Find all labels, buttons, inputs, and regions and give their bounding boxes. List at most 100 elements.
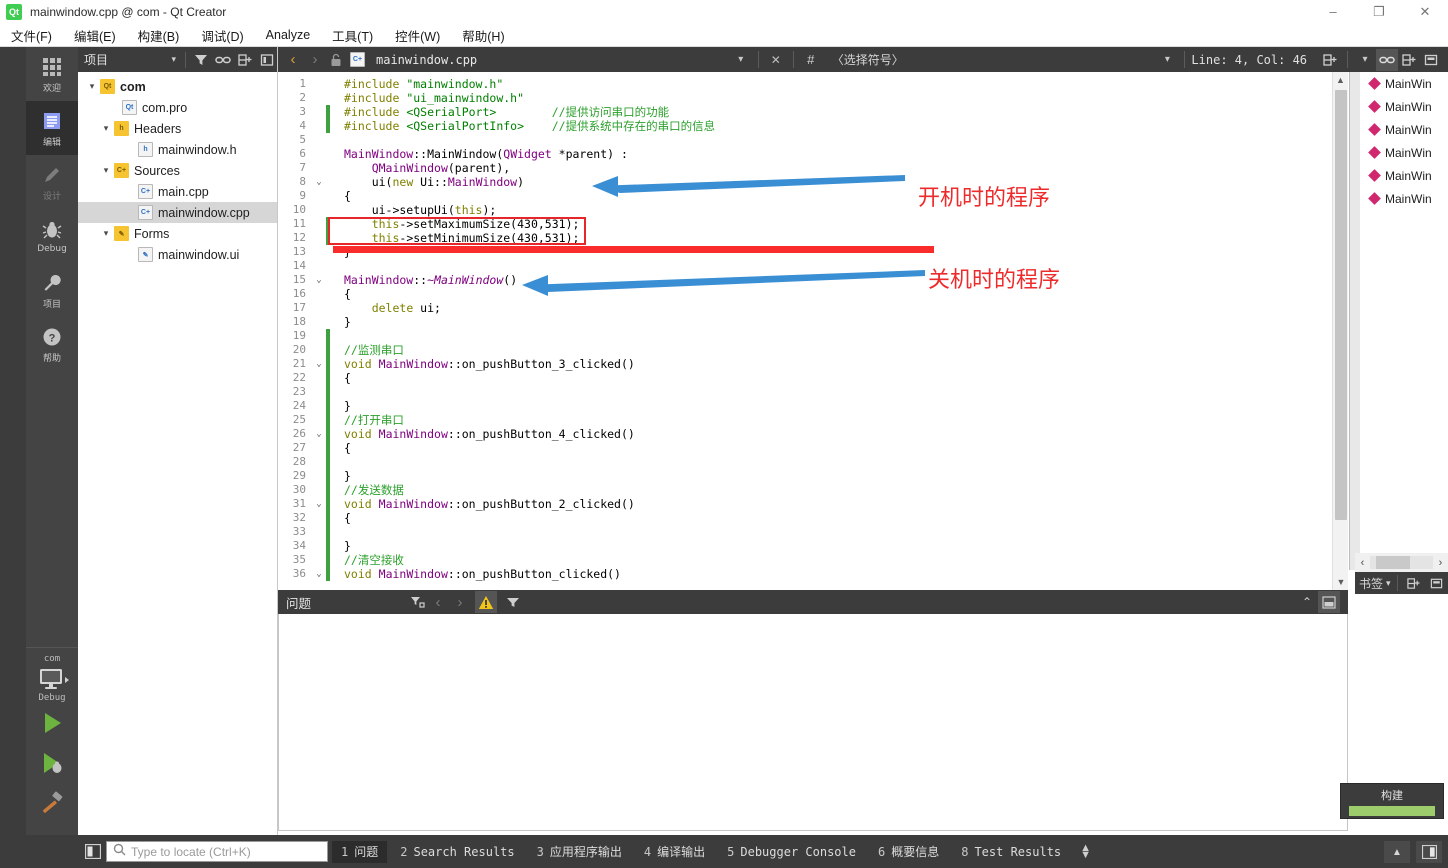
maximize-button[interactable]: ❐ [1356, 0, 1402, 24]
toggle-right-sidebar-button[interactable] [1416, 841, 1442, 863]
statusbar-tab-search-results[interactable]: 2 Search Results [391, 841, 523, 863]
menu-analyze[interactable]: Analyze [255, 24, 321, 47]
scrollbar-thumb[interactable] [1376, 556, 1410, 569]
split-add-icon[interactable] [1319, 49, 1341, 71]
code-line[interactable]: 14 [278, 259, 1348, 273]
tree-item-com-pro[interactable]: Qt com.pro [78, 97, 277, 118]
tree-item-mainwindow-cpp[interactable]: C+ mainwindow.cpp [78, 202, 277, 223]
tree-item-main-cpp[interactable]: C+ main.cpp [78, 181, 277, 202]
tree-item-headers[interactable]: ▾ h Headers [78, 118, 277, 139]
maximize-panel-button[interactable] [1318, 591, 1340, 613]
code-line[interactable]: 29} [278, 469, 1348, 483]
next-issue-button[interactable]: › [449, 591, 471, 613]
code-line[interactable]: 5 [278, 133, 1348, 147]
chevron-down-icon[interactable]: ▾ [171, 54, 176, 65]
build-progress-popup[interactable]: 构建 [1340, 783, 1444, 819]
locator-input[interactable]: Type to locate (Ctrl+K) [106, 841, 328, 862]
outline-item[interactable]: MainWin [1360, 141, 1448, 164]
sidebar-title[interactable]: 项目 [84, 51, 108, 68]
code-line[interactable]: 11 this->setMaximumSize(430,531); [278, 217, 1348, 231]
statusbar-tab-issues[interactable]: 1 问题 [332, 840, 388, 863]
code-line[interactable]: 36 ⌄ void MainWindow::on_pushButton_clicke… [278, 567, 1348, 581]
chevron-down-icon[interactable]: ▾ [1354, 49, 1376, 71]
fold-toggle-icon[interactable]: ⌄ [312, 273, 326, 287]
open-file-chip[interactable]: C+ mainwindow.cpp [350, 52, 477, 67]
split-editor-icon[interactable] [1398, 49, 1420, 71]
chevron-down-icon[interactable]: ▾ [98, 123, 114, 134]
code-line[interactable]: 35 //清空接收 [278, 553, 1348, 567]
fold-toggle-icon[interactable]: ⌄ [312, 497, 326, 511]
bookmarks-label[interactable]: 书签 [1359, 575, 1383, 592]
filter-category-icon[interactable] [407, 592, 427, 612]
code-lines[interactable]: 1 #include "mainwindow.h" 2 #include "ui_ma… [278, 72, 1348, 581]
scrollbar-thumb[interactable] [1335, 90, 1347, 520]
menu-tools[interactable]: 工具(T) [321, 24, 384, 47]
outline-item[interactable]: MainWin [1360, 95, 1448, 118]
mode-welcome[interactable]: 欢迎 [26, 47, 78, 101]
tree-item-forms[interactable]: ▾ ✎ Forms [78, 223, 277, 244]
editor-vertical-scrollbar[interactable]: ▲ ▼ [1332, 72, 1348, 590]
symbol-selector[interactable]: 〈选择符号〉 [832, 51, 904, 68]
desktop-monitor-icon[interactable] [37, 667, 69, 691]
scroll-down-arrow[interactable]: ▼ [1333, 574, 1348, 590]
code-line[interactable]: 33 [278, 525, 1348, 539]
code-line[interactable]: 21 ⌄ void MainWindow::on_pushButton_3_clic… [278, 357, 1348, 371]
code-editor[interactable]: 1 #include "mainwindow.h" 2 #include "ui_ma… [278, 72, 1348, 590]
statusbar-tab-compile-output[interactable]: 4 编译输出 [635, 841, 714, 863]
scroll-up-arrow[interactable]: ▲ [1333, 72, 1348, 88]
code-line[interactable]: 3 #include <QSerialPort> //提供访问串口的功能 [278, 105, 1348, 119]
code-line[interactable]: 34} [278, 539, 1348, 553]
run-button[interactable] [32, 703, 72, 743]
menu-file[interactable]: 文件(F) [0, 24, 63, 47]
code-line[interactable]: 23 [278, 385, 1348, 399]
chevron-down-icon[interactable]: ▾ [1156, 49, 1178, 71]
outline-item[interactable]: MainWin [1360, 187, 1448, 210]
statusbar-tab-test-results[interactable]: 8 Test Results [952, 841, 1070, 863]
code-line[interactable]: 16 { [278, 287, 1348, 301]
chevron-down-icon[interactable]: ▾ [1386, 578, 1391, 589]
close-split-icon[interactable] [257, 50, 277, 70]
menu-help[interactable]: 帮助(H) [451, 24, 515, 47]
code-line[interactable]: 9{ [278, 189, 1348, 203]
code-line[interactable]: 24} [278, 399, 1348, 413]
code-line[interactable]: 30 //发送数据 [278, 483, 1348, 497]
code-line[interactable]: 12 this->setMinimumSize(430,531); [278, 231, 1348, 245]
mode-debug[interactable]: Debug [26, 209, 78, 263]
statusbar-tab-general-messages[interactable]: 6 概要信息 [869, 841, 948, 863]
mode-design[interactable]: 设计 [26, 155, 78, 209]
fold-toggle-icon[interactable]: ⌄ [312, 357, 326, 371]
statusbar-tab-debugger-console[interactable]: 5 Debugger Console [718, 841, 865, 863]
menu-build[interactable]: 构建(B) [127, 24, 191, 47]
close-panel-icon[interactable] [1427, 573, 1447, 593]
fold-toggle-icon[interactable]: ⌄ [312, 567, 326, 581]
prev-issue-button[interactable]: ‹ [427, 591, 449, 613]
code-line[interactable]: 19 [278, 329, 1348, 343]
menu-widgets[interactable]: 控件(W) [384, 24, 451, 47]
split-add-icon[interactable] [235, 50, 255, 70]
fold-toggle-icon[interactable]: ⌄ [312, 175, 326, 189]
code-line[interactable]: 8 ⌄ ui(new Ui::MainWindow) [278, 175, 1348, 189]
code-line[interactable]: 27 { [278, 441, 1348, 455]
code-line[interactable]: 1 #include "mainwindow.h" [278, 77, 1348, 91]
code-line[interactable]: 7 QMainWindow(parent), [278, 161, 1348, 175]
code-line[interactable]: 28 [278, 455, 1348, 469]
warning-icon[interactable] [475, 591, 498, 613]
code-line[interactable]: 25 //打开串口 [278, 413, 1348, 427]
outline-horizontal-scrollbar[interactable]: ‹ › [1355, 553, 1448, 572]
navigate-back-button[interactable]: ‹ [282, 49, 304, 71]
tree-item-com[interactable]: ▾ Qt com [78, 76, 277, 97]
issues-panel-title[interactable]: 问题 [286, 593, 311, 612]
split-add-icon[interactable] [1404, 573, 1424, 593]
code-line[interactable]: 15 ⌄ MainWindow::~MainWindow() [278, 273, 1348, 287]
code-line[interactable]: 20 //监测串口 [278, 343, 1348, 357]
code-line[interactable]: 18} [278, 315, 1348, 329]
debug-run-button[interactable] [32, 743, 72, 783]
issues-panel-body[interactable] [278, 614, 1348, 831]
chevron-down-icon[interactable]: ▾ [84, 81, 100, 92]
code-line[interactable]: 10 ui->setupUi(this); [278, 203, 1348, 217]
close-split-editor-icon[interactable] [1420, 49, 1442, 71]
code-line[interactable]: 17 delete ui; [278, 301, 1348, 315]
sidebar-toggle-icon[interactable] [84, 841, 102, 861]
close-file-button[interactable]: ✕ [765, 49, 787, 71]
code-line[interactable]: 2 #include "ui_mainwindow.h" [278, 91, 1348, 105]
